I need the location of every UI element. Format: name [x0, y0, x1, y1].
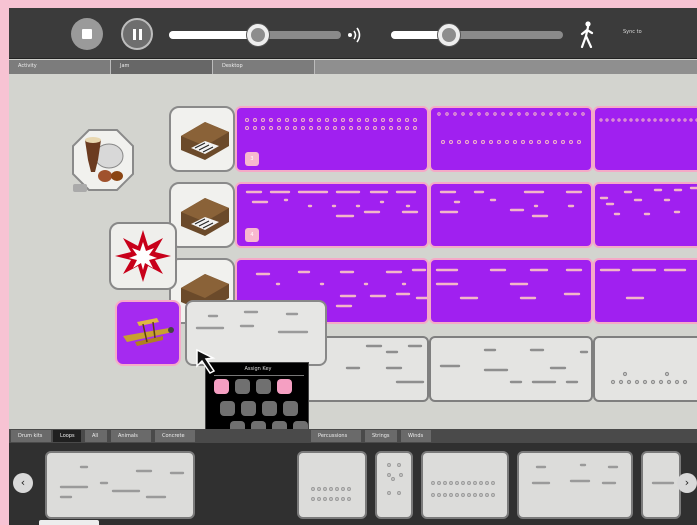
loop-number-badge: 4 [245, 228, 259, 242]
loop-pattern [599, 186, 697, 216]
category-tabs: Drum kits Loops All Animals Concrete Per… [9, 429, 697, 443]
pointer-cursor-icon [196, 348, 216, 374]
loop-pattern [59, 465, 185, 499]
loop-block[interactable] [593, 106, 697, 172]
category-tab[interactable]: Drum kits [11, 430, 51, 442]
stop-button[interactable] [71, 18, 103, 50]
loop-block[interactable] [429, 182, 593, 248]
loop-card[interactable] [297, 451, 367, 519]
loop-block[interactable] [429, 258, 593, 324]
loop-pattern [387, 463, 403, 495]
category-tab[interactable]: Percussions [311, 430, 361, 442]
piano-icon [181, 198, 229, 236]
app-window: Sync to Activity Jam Desktop 3 4 Assign … [9, 8, 697, 525]
loop-block[interactable] [593, 258, 697, 324]
piano-icon [181, 122, 229, 160]
piano-instrument-tile[interactable] [169, 182, 235, 248]
divider [214, 375, 304, 376]
volume-slider-knob[interactable] [247, 24, 270, 46]
category-tab[interactable]: Animals [111, 430, 151, 442]
tab-activity[interactable]: Activity [9, 60, 111, 74]
loop-block[interactable] [429, 336, 593, 402]
loop-block[interactable] [593, 336, 697, 402]
loop-block[interactable] [593, 182, 697, 248]
key-button[interactable] [241, 401, 256, 416]
key-button[interactable] [214, 379, 229, 394]
airplane-instrument-tile[interactable] [115, 300, 181, 366]
speaker-icon [348, 27, 361, 43]
loop-pattern [311, 487, 351, 501]
loop-card[interactable] [421, 451, 509, 519]
loop-card[interactable] [45, 451, 195, 519]
transport-bar: Sync to [9, 8, 697, 59]
category-tab-selected[interactable]: Loops [53, 430, 81, 442]
tempo-slider[interactable] [391, 24, 563, 46]
bottom-tab[interactable] [39, 520, 99, 525]
loop-browser: ‹ › [9, 443, 697, 525]
loop-pattern [245, 190, 419, 218]
sync-label[interactable]: Sync to [623, 29, 642, 35]
airplane-icon [123, 318, 174, 346]
stop-icon [82, 29, 92, 39]
explosion-icon [115, 230, 171, 282]
chevron-right-icon[interactable]: › [677, 473, 697, 493]
loop-block[interactable] [429, 106, 593, 172]
tab-desktop[interactable]: Desktop [213, 60, 315, 74]
loop-pattern [610, 371, 688, 385]
key-button[interactable] [235, 379, 250, 394]
loop-pattern [431, 481, 495, 497]
view-tabs: Activity Jam Desktop [9, 60, 697, 74]
pause-icon [132, 28, 142, 40]
loop-pattern [439, 190, 583, 218]
key-button[interactable] [220, 401, 235, 416]
volume-slider-fill [169, 31, 259, 39]
explosion-effect-tile[interactable] [109, 222, 177, 290]
piano-instrument-tile[interactable] [169, 106, 235, 172]
loop-pattern [435, 268, 583, 300]
category-tab[interactable]: Concrete [155, 430, 195, 442]
pause-button[interactable] [121, 18, 153, 50]
key-button[interactable] [283, 401, 298, 416]
loop-card[interactable] [375, 451, 413, 519]
loop-block[interactable]: 4 [235, 182, 429, 248]
category-tab[interactable]: Winds [401, 430, 431, 442]
loop-pattern [599, 268, 687, 300]
loop-pattern [245, 118, 417, 130]
loop-pattern [439, 348, 589, 384]
walking-figure-icon[interactable] [579, 21, 595, 48]
tab-jam[interactable]: Jam [111, 60, 213, 74]
loop-pattern [531, 463, 619, 485]
tile-badge [73, 184, 87, 192]
loop-card[interactable] [641, 451, 681, 519]
category-tab[interactable]: All [85, 430, 107, 442]
loop-pattern [599, 118, 697, 122]
loop-pattern [437, 112, 585, 144]
key-button[interactable] [262, 401, 277, 416]
loop-block[interactable]: 3 [235, 106, 429, 172]
key-button[interactable] [256, 379, 271, 394]
loop-number-badge: 3 [245, 152, 259, 166]
category-tab[interactable]: Strings [365, 430, 397, 442]
loop-pattern [651, 481, 675, 485]
key-button[interactable] [277, 379, 292, 394]
volume-slider[interactable] [169, 24, 341, 46]
chevron-left-icon[interactable]: ‹ [13, 473, 33, 493]
loop-card[interactable] [517, 451, 633, 519]
tempo-slider-knob[interactable] [438, 24, 461, 46]
